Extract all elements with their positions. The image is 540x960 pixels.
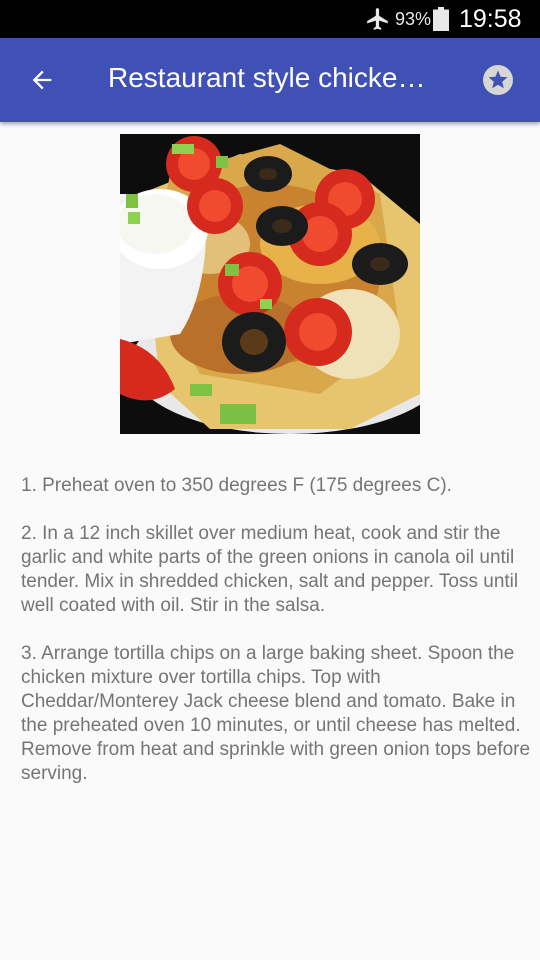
- favorite-button[interactable]: [482, 64, 514, 96]
- instruction-step: 1. Preheat oven to 350 degrees F (175 de…: [21, 475, 452, 496]
- battery-icon: [433, 7, 449, 31]
- instruction-step: 2. In a 12 inch skillet over medium heat…: [21, 523, 519, 616]
- recipe-image: [120, 134, 420, 434]
- page-title: Restaurant style chicke…: [108, 62, 426, 93]
- app-bar: Restaurant style chicke…: [0, 38, 540, 122]
- status-bar: 93% 19:58: [0, 0, 540, 38]
- instruction-step: 3. Arrange tortilla chips on a large bak…: [21, 643, 531, 784]
- clock: 19:58: [459, 5, 522, 33]
- arrow-left-icon: [32, 70, 52, 90]
- battery-percentage: 93%: [395, 9, 432, 29]
- nachos-photo: [120, 134, 420, 434]
- airplane-mode-icon: [367, 8, 388, 30]
- recipe-instructions: 1. Preheat oven to 350 degrees F (175 de…: [21, 474, 533, 810]
- back-button[interactable]: [22, 60, 62, 100]
